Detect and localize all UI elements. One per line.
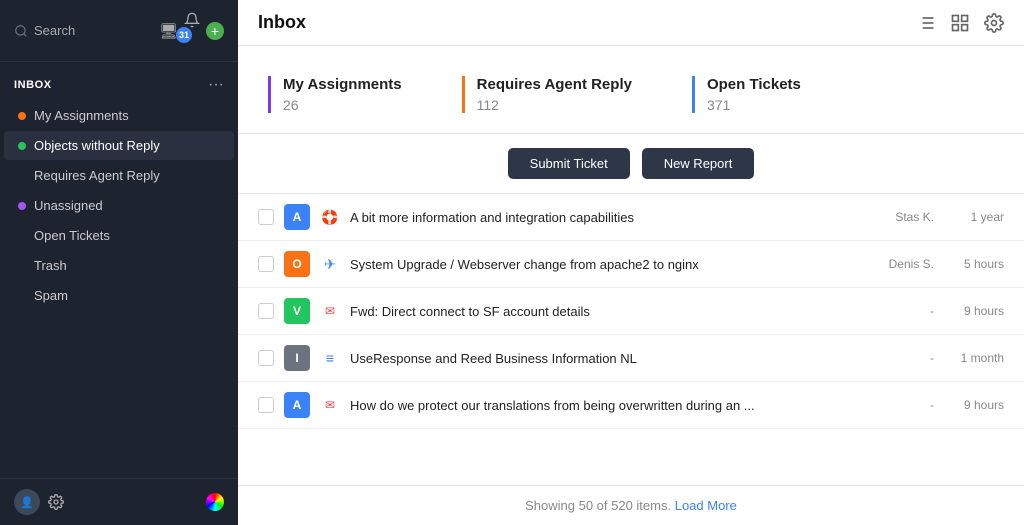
table-row[interactable]: A ✉ How do we protect our translations f… xyxy=(238,382,1024,429)
dot-green xyxy=(18,142,26,150)
nav-label-unassigned: Unassigned xyxy=(34,198,103,213)
stat-my-assignments: My Assignments 26 xyxy=(268,76,402,113)
nav-item-spam[interactable]: Spam xyxy=(4,281,234,310)
ticket-subject: A bit more information and integration c… xyxy=(350,210,854,225)
main-header: Inbox xyxy=(238,0,1024,46)
sidebar-top: Search 🖥 31 + xyxy=(0,0,238,62)
user-avatar[interactable]: 👤 xyxy=(14,489,40,515)
ticket-subject: System Upgrade / Webserver change from a… xyxy=(350,257,854,272)
nav-item-open-tickets[interactable]: Open Tickets xyxy=(4,221,234,250)
nav-label-requires-agent-reply: Requires Agent Reply xyxy=(34,168,160,183)
nav-label-my-assignments: My Assignments xyxy=(34,108,129,123)
avatar: V xyxy=(284,298,310,324)
ticket-assignee: - xyxy=(864,398,934,412)
ticket-time: 5 hours xyxy=(944,257,1004,271)
stat-my-assignments-value: 26 xyxy=(283,97,402,113)
ticket-subject: Fwd: Direct connect to SF account detail… xyxy=(350,304,854,319)
load-more-button[interactable]: Load More xyxy=(675,498,737,513)
nav-items: My Assignments Objects without Reply Req… xyxy=(0,100,238,311)
nav-label-objects-without-reply: Objects without Reply xyxy=(34,138,160,153)
top-icons: 🖥 31 + xyxy=(159,12,224,49)
settings-icon[interactable] xyxy=(984,13,1004,33)
stat-open-tickets-value: 371 xyxy=(707,97,801,113)
ticket-assignee: - xyxy=(864,351,934,365)
main-content: Inbox My Assignments 26 Requires Agent R… xyxy=(238,0,1024,525)
sidebar-bottom: 👤 xyxy=(0,478,238,525)
inbox-label: INBOX xyxy=(14,79,52,91)
table-row[interactable]: A 🛟 A bit more information and integrati… xyxy=(238,194,1024,241)
stat-requires-reply-label: Requires Agent Reply xyxy=(477,76,632,93)
notification-badge: 31 xyxy=(176,27,192,43)
color-wheel-icon[interactable] xyxy=(206,493,224,511)
nav-item-requires-agent-reply[interactable]: Requires Agent Reply xyxy=(4,161,234,190)
ticket-type-icon: ✉ xyxy=(320,301,340,321)
stat-open-tickets-label: Open Tickets xyxy=(707,76,801,93)
row-checkbox[interactable] xyxy=(258,397,274,413)
inbox-header: INBOX ··· xyxy=(14,76,224,94)
stat-requires-reply-value: 112 xyxy=(477,97,632,113)
avatar: I xyxy=(284,345,310,371)
new-report-button[interactable]: New Report xyxy=(642,148,755,179)
footer-text: Showing 50 of 520 items. xyxy=(525,498,671,513)
stats-area: My Assignments 26 Requires Agent Reply 1… xyxy=(238,46,1024,134)
nav-label-open-tickets: Open Tickets xyxy=(34,228,110,243)
header-icons xyxy=(916,13,1004,33)
ticket-type-icon: 🛟 xyxy=(320,207,340,227)
avatar: A xyxy=(284,204,310,230)
ticket-subject: UseResponse and Reed Business Informatio… xyxy=(350,351,854,366)
list-footer: Showing 50 of 520 items. Load More xyxy=(238,485,1024,525)
page-title: Inbox xyxy=(258,12,306,33)
search-area[interactable]: Search xyxy=(14,23,149,38)
sidebar: Search 🖥 31 + INBOX ··· My Assignments O… xyxy=(0,0,238,525)
ticket-time: 9 hours xyxy=(944,398,1004,412)
ticket-assignee: Denis S. xyxy=(864,257,934,271)
nav-label-spam: Spam xyxy=(34,288,68,303)
stat-requires-reply: Requires Agent Reply 112 xyxy=(462,76,632,113)
dot-purple xyxy=(18,202,26,210)
ticket-type-icon: ≡ xyxy=(320,348,340,368)
table-row[interactable]: I ≡ UseResponse and Reed Business Inform… xyxy=(238,335,1024,382)
nav-item-my-assignments[interactable]: My Assignments xyxy=(4,101,234,130)
search-icon xyxy=(14,24,28,38)
submit-ticket-button[interactable]: Submit Ticket xyxy=(508,148,630,179)
nav-label-trash: Trash xyxy=(34,258,67,273)
gear-icon[interactable] xyxy=(48,494,64,510)
search-label: Search xyxy=(34,23,75,38)
monitor-icon[interactable]: 🖥 xyxy=(159,22,178,40)
stat-open-tickets: Open Tickets 371 xyxy=(692,76,801,113)
avatar: A xyxy=(284,392,310,418)
table-row[interactable]: V ✉ Fwd: Direct connect to SF account de… xyxy=(238,288,1024,335)
row-checkbox[interactable] xyxy=(258,350,274,366)
bell-icon[interactable]: 31 xyxy=(184,12,200,49)
nav-item-objects-without-reply[interactable]: Objects without Reply xyxy=(4,131,234,160)
ticket-type-icon: ✉ xyxy=(320,395,340,415)
table-row[interactable]: O ✈ System Upgrade / Webserver change fr… xyxy=(238,241,1024,288)
ticket-time: 1 month xyxy=(944,351,1004,365)
avatar: O xyxy=(284,251,310,277)
filter-icon[interactable] xyxy=(916,13,936,33)
more-options-button[interactable]: ··· xyxy=(208,76,224,94)
ticket-list: A 🛟 A bit more information and integrati… xyxy=(238,194,1024,485)
ticket-time: 1 year xyxy=(944,210,1004,224)
ticket-type-icon: ✈ xyxy=(320,254,340,274)
row-checkbox[interactable] xyxy=(258,303,274,319)
row-checkbox[interactable] xyxy=(258,209,274,225)
ticket-assignee: - xyxy=(864,304,934,318)
inbox-section: INBOX ··· xyxy=(0,62,238,100)
ticket-time: 9 hours xyxy=(944,304,1004,318)
add-button[interactable]: + xyxy=(206,22,224,40)
bell-svg xyxy=(184,12,200,28)
stat-my-assignments-label: My Assignments xyxy=(283,76,402,93)
nav-item-trash[interactable]: Trash xyxy=(4,251,234,280)
buttons-area: Submit Ticket New Report xyxy=(238,134,1024,194)
grid-icon[interactable] xyxy=(950,13,970,33)
dot-orange xyxy=(18,112,26,120)
row-checkbox[interactable] xyxy=(258,256,274,272)
ticket-assignee: Stas K. xyxy=(864,210,934,224)
nav-item-unassigned[interactable]: Unassigned xyxy=(4,191,234,220)
ticket-subject: How do we protect our translations from … xyxy=(350,398,854,413)
